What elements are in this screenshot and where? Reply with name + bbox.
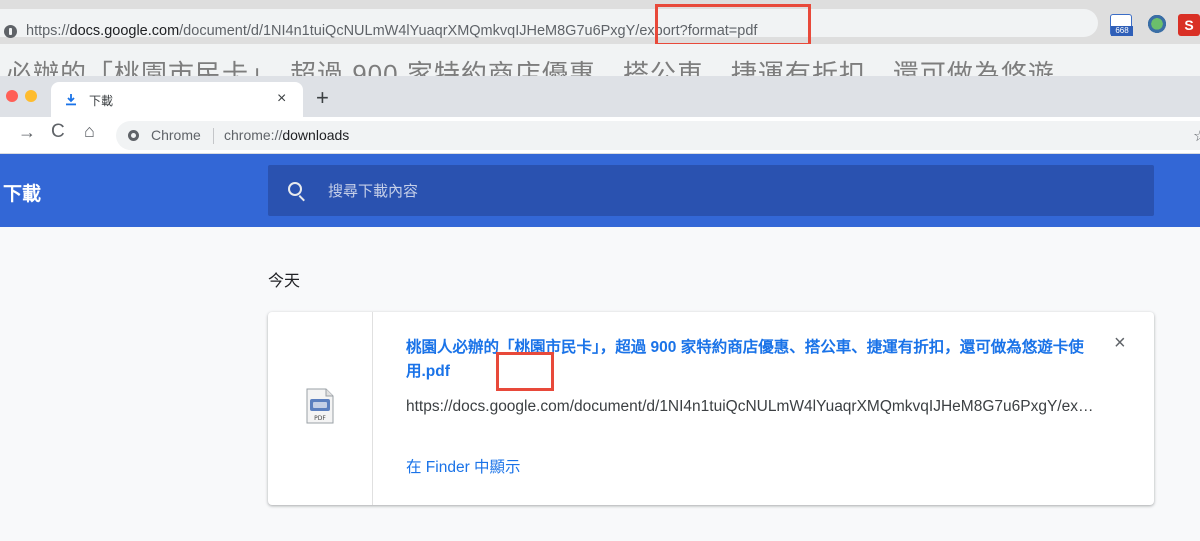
reload-button[interactable]: C bbox=[51, 121, 65, 143]
mail-extension-badge: 668 bbox=[1111, 26, 1133, 36]
back-url-text[interactable]: https://docs.google.com/document/d/1NI4n… bbox=[26, 23, 757, 39]
chrome-icon bbox=[128, 130, 139, 141]
omnibox-url[interactable]: chrome://downloads bbox=[224, 127, 349, 143]
omnibox[interactable]: Chrome chrome://downloads bbox=[116, 121, 1200, 150]
section-date-heading: 今天 bbox=[268, 273, 301, 290]
s-extension-icon[interactable]: S bbox=[1178, 14, 1200, 36]
chrome-chip-label: Chrome bbox=[151, 127, 201, 143]
remove-item-button[interactable]: × bbox=[1114, 332, 1126, 355]
search-input[interactable] bbox=[328, 179, 1128, 203]
tab-title: 下載 bbox=[89, 94, 114, 108]
tab-close-icon[interactable]: × bbox=[277, 90, 286, 108]
show-in-finder-link[interactable]: 在 Finder 中顯示 bbox=[406, 455, 521, 477]
window-minimize-button[interactable] bbox=[25, 90, 37, 102]
omnibox-divider bbox=[213, 128, 214, 144]
window-close-button[interactable] bbox=[6, 90, 18, 102]
tab-downloads[interactable]: 下載 × bbox=[51, 82, 303, 117]
page-title: 下載 bbox=[3, 184, 42, 205]
pdf-file-icon: PDF bbox=[306, 388, 334, 424]
download-item-card: PDF 桃園人必辦的「桃園市民卡」，超過 900 家特約商店優惠、搭公車、捷運有… bbox=[268, 312, 1154, 505]
back-window-title: 必辦的「桃園市民卡」，超過 900 家特約商店優惠、搭公車、捷運有折扣，還可做為… bbox=[6, 59, 1055, 76]
url-export-highlight bbox=[655, 4, 811, 46]
back-window-title-strip: 必辦的「桃園市民卡」，超過 900 家特約商店優惠、搭公車、捷運有折扣，還可做為… bbox=[0, 44, 1200, 76]
search-icon[interactable] bbox=[288, 182, 302, 196]
downloads-header: 下載 bbox=[0, 154, 1200, 227]
back-window-address-bar: https://docs.google.com/document/d/1NI4n… bbox=[0, 0, 1200, 44]
pdf-extension-highlight bbox=[496, 352, 554, 391]
download-source-url[interactable]: https://docs.google.com/document/d/1NI4n… bbox=[406, 398, 1096, 416]
back-omnibox[interactable]: https://docs.google.com/document/d/1NI4n… bbox=[0, 9, 1098, 39]
bookmark-star-icon[interactable]: ☆ bbox=[1193, 126, 1200, 146]
bug-extension-icon[interactable] bbox=[1146, 14, 1168, 36]
tab-bar: 下載 × + bbox=[0, 76, 1200, 117]
browser-toolbar: → C ⌂ Chrome chrome://downloads bbox=[0, 117, 1200, 154]
download-icon bbox=[66, 94, 76, 106]
home-button[interactable]: ⌂ bbox=[84, 121, 95, 142]
pdf-icon-label: PDF bbox=[314, 415, 326, 422]
forward-button[interactable]: → bbox=[18, 122, 36, 143]
new-tab-button[interactable]: + bbox=[316, 85, 329, 111]
file-icon-column: PDF bbox=[268, 312, 373, 505]
search-box[interactable] bbox=[268, 165, 1154, 216]
mail-extension-icon[interactable]: 668 bbox=[1110, 14, 1133, 36]
site-info-icon[interactable] bbox=[4, 25, 17, 38]
